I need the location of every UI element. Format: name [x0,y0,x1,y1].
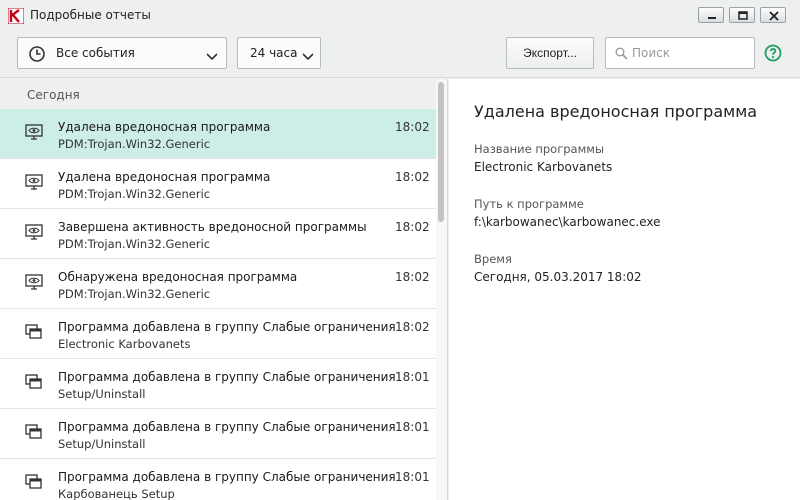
event-time: 18:01 [395,470,430,484]
group-header: Сегодня [0,79,447,109]
event-subtitle: Electronic Karbovanets [58,337,191,351]
app-windows-icon [25,374,43,393]
kaspersky-logo-icon [7,7,25,25]
event-subtitle: PDM:Trojan.Win32.Generic [58,237,211,251]
period-filter-dropdown[interactable]: 24 часа [237,37,321,69]
event-time: 18:02 [395,320,430,334]
event-time: 18:02 [395,120,430,134]
event-title: Удалена вредоносная программа [58,170,271,184]
event-time: 18:01 [395,370,430,384]
event-time: 18:02 [395,220,430,234]
toolbar: Все события 24 часа Экспорт... [0,32,800,78]
program-path-value: f:\karbowanec\karbowanec.exe [474,215,661,229]
chevron-down-icon [302,50,314,64]
event-title: Обнаружена вредоносная программа [58,270,298,284]
title-bar: Подробные отчеты [0,0,800,32]
event-row[interactable]: Завершена активность вредоносной програм… [0,209,447,259]
search-input[interactable] [632,44,750,62]
event-time: 18:01 [395,420,430,434]
monitor-eye-icon [25,224,43,243]
details-pane: Удалена вредоносная программа Название п… [449,79,800,500]
monitor-eye-icon [25,174,43,193]
event-title: Удалена вредоносная программа [58,120,271,134]
minimize-button[interactable] [698,7,724,23]
event-row[interactable]: Обнаружена вредоносная программа PDM:Troj… [0,259,447,309]
event-row[interactable]: Программа добавлена в группу Слабые огра… [0,409,447,459]
app-windows-icon [25,424,43,443]
program-name-label: Название программы [474,142,605,156]
close-button[interactable] [760,7,786,23]
event-filter-value: Все события [56,46,135,60]
minimize-icon [708,17,716,19]
event-title: Программа добавлена в группу Слабые огра… [58,370,396,384]
event-subtitle: Карбованець Setup [58,487,175,500]
event-subtitle: Setup/Uninstall [58,387,146,401]
period-filter-value: 24 часа [250,46,298,60]
export-button[interactable]: Экспорт... [506,37,594,69]
event-time: 18:02 [395,270,430,284]
monitor-eye-icon [25,124,43,143]
search-box[interactable] [605,37,755,69]
program-path-label: Путь к программе [474,197,584,211]
scrollbar-thumb[interactable] [438,82,444,222]
program-name-value: Electronic Karbovanets [474,160,613,174]
time-value: Сегодня, 05.03.2017 18:02 [474,270,642,284]
event-list: Удалена вредоносная программа PDM:Trojan.… [0,109,447,500]
search-icon [615,47,628,63]
event-title: Завершена активность вредоносной програм… [58,220,367,234]
app-windows-icon [25,474,43,493]
event-title: Программа добавлена в группу Слабые огра… [58,470,396,484]
clock-icon [28,45,46,66]
event-title: Программа добавлена в группу Слабые огра… [58,420,396,434]
event-row[interactable]: Удалена вредоносная программа PDM:Trojan.… [0,109,447,159]
event-filter-dropdown[interactable]: Все события [17,37,227,69]
window-title: Подробные отчеты [30,8,151,22]
app-windows-icon [25,324,43,343]
maximize-icon [738,11,748,20]
event-row[interactable]: Программа добавлена в группу Слабые огра… [0,459,447,500]
event-title: Программа добавлена в группу Слабые огра… [58,320,396,334]
scrollbar[interactable] [436,79,447,500]
event-row[interactable]: Удалена вредоносная программа PDM:Trojan.… [0,159,447,209]
details-title: Удалена вредоносная программа [474,102,758,121]
monitor-eye-icon [25,274,43,293]
maximize-button[interactable] [729,7,755,23]
event-row[interactable]: Программа добавлена в группу Слабые огра… [0,309,447,359]
event-subtitle: PDM:Trojan.Win32.Generic [58,137,211,151]
event-time: 18:02 [395,170,430,184]
chevron-down-icon [206,50,218,64]
event-subtitle: Setup/Uninstall [58,437,146,451]
event-row[interactable]: Программа добавлена в группу Слабые огра… [0,359,447,409]
event-subtitle: PDM:Trojan.Win32.Generic [58,187,211,201]
event-subtitle: PDM:Trojan.Win32.Generic [58,287,211,301]
close-icon [769,11,779,21]
time-label: Время [474,252,512,266]
help-icon[interactable] [764,44,782,65]
event-list-pane: Сегодня Удалена вредоносная программа PDM… [0,79,448,500]
